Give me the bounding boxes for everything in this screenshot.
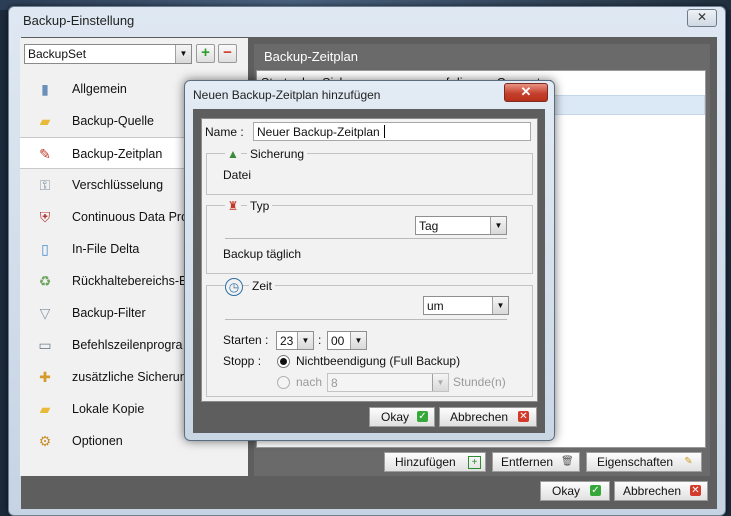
key-icon: ⚿: [39, 177, 51, 193]
filter-icon: ▽: [39, 305, 51, 321]
chevron-down-icon[interactable]: ▼: [490, 217, 506, 234]
trash-icon: 🗑: [561, 456, 574, 467]
schedule-icon: ✎: [39, 146, 51, 162]
name-input[interactable]: Neuer Backup-Zeitplan: [253, 122, 531, 141]
name-input-value: Neuer Backup-Zeitplan: [257, 125, 380, 139]
time-mode-value: um: [427, 299, 444, 313]
sidebar-item-label: zusätzliche Sicherun: [72, 370, 187, 384]
dialog-title: Neuen Backup-Zeitplan hinzufügen: [193, 88, 381, 102]
sidebar-item-label: In-File Delta: [72, 242, 140, 256]
chevron-down-icon[interactable]: ▼: [492, 297, 508, 314]
stop-never-radio[interactable]: [277, 355, 290, 368]
edit-icon: ✎: [684, 456, 693, 467]
start-minute-select[interactable]: 00 ▼: [327, 331, 367, 350]
sidebar-item-label: Verschlüsselung: [72, 178, 164, 192]
chevron-down-icon[interactable]: ▼: [175, 45, 191, 63]
group-zeit-title: Zeit: [249, 279, 276, 293]
command-line-icon: ▭: [38, 337, 52, 353]
stop-after-hours-input[interactable]: 8 ▼: [327, 373, 449, 392]
properties-button[interactable]: Eigenschaften ✎: [586, 452, 702, 472]
plus-icon: +: [201, 44, 210, 61]
dialog-close-button[interactable]: ✕: [504, 83, 548, 102]
stop-after-unit: Stunde(n): [453, 375, 506, 389]
chevron-down-icon[interactable]: ▼: [297, 332, 313, 349]
ok-button[interactable]: Okay ✓: [540, 481, 610, 501]
sidebar-item-label: Backup-Zeitplan: [72, 147, 163, 161]
type-description: Backup täglich: [223, 247, 302, 261]
start-hour-value: 23: [280, 334, 294, 348]
type-icon: ♜: [225, 198, 241, 214]
backup-set-row: BackupSet ▼ + −: [24, 44, 240, 64]
chevron-down-icon[interactable]: ▼: [432, 374, 448, 391]
stop-after-hours-value: 8: [331, 376, 338, 390]
schedule-panel-header: Backup-Zeitplan: [254, 44, 710, 68]
start-hour-select[interactable]: 23 ▼: [276, 331, 314, 350]
name-label: Name :: [205, 125, 244, 139]
group-typ-title: Typ: [247, 199, 273, 213]
cancel-x-icon: ✕: [518, 411, 529, 422]
shield-icon: ⛨: [39, 209, 51, 225]
stop-never-label[interactable]: Nichtbeendigung (Full Backup): [296, 354, 460, 368]
local-copy-icon: ▰: [39, 401, 51, 417]
schedule-form: Name : Neuer Backup-Zeitplan ▲ Sicherung…: [201, 118, 538, 402]
minus-icon: −: [223, 44, 232, 61]
clock-icon: ◷: [225, 278, 243, 296]
time-colon: :: [318, 333, 322, 347]
window-close-button[interactable]: ✕: [687, 9, 717, 27]
recycle-bin-icon: ♻: [38, 273, 52, 289]
general-icon: ▮: [41, 81, 49, 97]
sidebar-item-label: Optionen: [72, 434, 123, 448]
group-sicherung: ▲ Sicherung Datei: [206, 146, 533, 195]
add-schedule-button[interactable]: Hinzufügen +: [384, 452, 486, 472]
dialog-cancel-button[interactable]: Abbrechen ✕: [439, 407, 537, 427]
extra-backup-icon: ✚: [39, 369, 51, 385]
cancel-button[interactable]: Abbrechen ✕: [614, 481, 708, 501]
check-icon: ✓: [590, 485, 601, 496]
sidebar-item-label: Rückhaltebereichs-E: [72, 274, 188, 288]
dialog-ok-button[interactable]: Okay ✓: [369, 407, 435, 427]
backup-set-value: BackupSet: [28, 47, 87, 61]
folder-icon: ▰: [39, 113, 51, 129]
stop-label: Stopp :: [223, 354, 262, 368]
close-icon: ✕: [696, 10, 708, 24]
remove-schedule-button[interactable]: Entfernen 🗑: [492, 452, 580, 472]
group-sicherung-title: Sicherung: [247, 147, 308, 161]
backup-type-icon: ▲: [225, 146, 241, 162]
start-minute-value: 00: [331, 334, 345, 348]
group-zeit: ◷ Zeit um ▼ Starten : 23 ▼ : 00 ▼ Stopp …: [206, 278, 533, 397]
add-set-button[interactable]: +: [196, 44, 215, 63]
text-caret: [384, 125, 385, 138]
stop-after-label: nach: [296, 375, 323, 389]
type-select[interactable]: Tag ▼: [415, 216, 507, 235]
schedule-panel-title: Backup-Zeitplan: [264, 49, 358, 64]
stop-after-radio[interactable]: [277, 376, 290, 389]
chevron-down-icon[interactable]: ▼: [350, 332, 366, 349]
sicherung-value: Datei: [223, 168, 252, 182]
sidebar-item-label: Continuous Data Pro: [72, 210, 189, 224]
cancel-x-icon: ✕: [690, 485, 701, 496]
sidebar-item-label: Allgemein: [72, 82, 127, 96]
divider: [225, 238, 507, 239]
type-select-value: Tag: [419, 219, 439, 233]
sidebar-item-label: Backup-Filter: [72, 306, 146, 320]
window-title: Backup-Einstellung: [23, 13, 135, 28]
group-typ: ♜ Typ Tag ▼ Backup täglich: [206, 198, 533, 274]
sidebar-item-label: Befehlszeilenprogra: [72, 338, 183, 352]
divider: [225, 319, 507, 320]
time-mode-select[interactable]: um ▼: [423, 296, 509, 315]
backup-set-select[interactable]: BackupSet ▼: [24, 44, 192, 64]
sidebar-item-label: Lokale Kopie: [72, 402, 145, 416]
sidebar-item-label: Backup-Quelle: [72, 114, 154, 128]
document-icon: ▯: [41, 241, 49, 257]
remove-set-button[interactable]: −: [218, 44, 237, 63]
add-icon: +: [468, 456, 481, 469]
options-icon: ⚙: [38, 433, 52, 449]
start-label: Starten :: [223, 333, 269, 347]
close-icon: ✕: [520, 84, 532, 99]
check-icon: ✓: [417, 411, 428, 422]
